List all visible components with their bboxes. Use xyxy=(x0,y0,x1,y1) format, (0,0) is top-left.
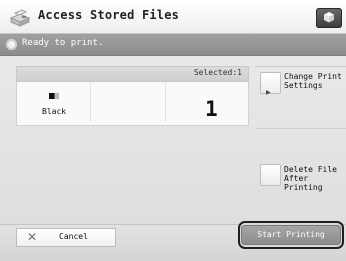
start-printing-label: Start Printing xyxy=(257,230,325,239)
selected-count-bar: Selected:1 xyxy=(16,66,249,82)
copies-count: 1 xyxy=(205,97,218,121)
title-bar: Access Stored Files xyxy=(0,0,346,34)
black-color-icon xyxy=(49,93,59,99)
cube-icon[interactable] xyxy=(316,8,342,28)
panel-divider xyxy=(90,82,91,122)
delete-file-after-printing-checkbox[interactable]: Delete File After Printing xyxy=(258,161,344,192)
x-icon: ✕ xyxy=(27,230,38,244)
side-separator xyxy=(255,66,346,67)
side-separator xyxy=(255,128,346,129)
cancel-button[interactable]: ✕ Cancel xyxy=(16,228,116,247)
change-print-settings-button[interactable]: ▶ Change Print Settings xyxy=(258,69,344,96)
cancel-label: Cancel xyxy=(59,232,88,241)
ready-status-icon xyxy=(6,39,17,50)
checkbox-box xyxy=(260,164,281,186)
delete-file-label: Delete File After Printing xyxy=(284,165,337,192)
page-title: Access Stored Files xyxy=(38,8,180,22)
status-message: Ready to print. xyxy=(22,38,104,48)
multifunction-printer-icon xyxy=(8,7,32,27)
change-print-settings-label: Change Print Settings xyxy=(284,72,342,90)
triangle-right-icon: ▶ xyxy=(266,89,271,96)
panel-divider xyxy=(165,82,166,122)
status-bar: Ready to print. xyxy=(0,34,346,56)
color-mode-label: Black xyxy=(42,107,67,116)
selected-count: Selected:1 xyxy=(193,68,242,77)
start-printing-button[interactable]: Start Printing xyxy=(241,225,341,245)
